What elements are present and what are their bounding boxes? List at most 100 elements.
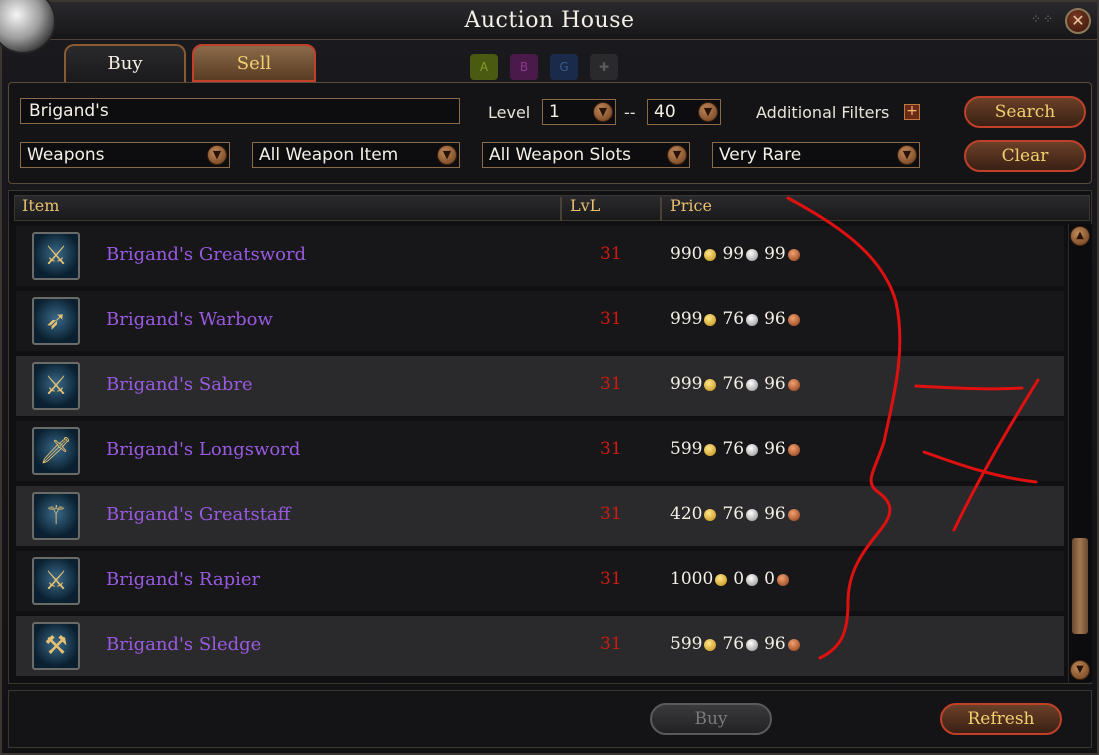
level-max-value: 40 bbox=[654, 102, 676, 122]
item-level: 31 bbox=[600, 374, 622, 394]
chevron-down-icon[interactable]: ▼ bbox=[593, 102, 613, 122]
chevron-down-icon[interactable]: ▼ bbox=[207, 145, 227, 165]
column-header-item[interactable]: Item bbox=[22, 196, 59, 215]
level-min-dropdown[interactable]: 1 ▼ bbox=[542, 99, 616, 125]
column-divider[interactable] bbox=[560, 197, 562, 221]
item-level: 31 bbox=[600, 244, 622, 264]
refresh-button[interactable]: Refresh bbox=[940, 703, 1062, 735]
close-button[interactable]: ✕ bbox=[1065, 8, 1091, 34]
copper-coin-icon bbox=[787, 378, 800, 391]
gold-coin-icon bbox=[704, 313, 717, 326]
copper-amount: 96 bbox=[764, 439, 786, 459]
copper-amount: 0 bbox=[764, 569, 775, 589]
column-header-row bbox=[14, 195, 1090, 221]
level-min-value: 1 bbox=[549, 102, 560, 122]
copper-coin-icon bbox=[787, 638, 800, 651]
scrollbar-thumb[interactable] bbox=[1072, 538, 1088, 634]
item-name: Brigand's Greatstaff bbox=[106, 504, 291, 525]
item-price: 990 99 99 bbox=[670, 244, 806, 264]
silver-amount: 76 bbox=[722, 374, 745, 394]
item-name: Brigand's Longsword bbox=[106, 439, 301, 460]
column-header-level[interactable]: LvL bbox=[570, 196, 600, 215]
copper-amount: 96 bbox=[764, 374, 786, 394]
greatsword-icon: ⚔ bbox=[32, 232, 80, 280]
table-row[interactable]: ➶ Brigand's Warbow 31 999 76 96 bbox=[16, 291, 1064, 351]
table-row[interactable]: 🗡 Brigand's Longsword 31 599 76 96 bbox=[16, 421, 1064, 481]
level-label: Level bbox=[488, 103, 531, 122]
chevron-down-icon[interactable]: ▼ bbox=[698, 102, 718, 122]
item-name: Brigand's Warbow bbox=[106, 309, 273, 330]
item-type-dropdown[interactable]: All Weapon Item ▼ bbox=[252, 142, 460, 168]
scroll-down-icon[interactable]: ▼ bbox=[1070, 660, 1090, 680]
gold-amount: 420 bbox=[670, 504, 703, 524]
level-separator: -- bbox=[624, 103, 636, 122]
slot-dropdown[interactable]: All Weapon Slots ▼ bbox=[482, 142, 690, 168]
item-type-value: All Weapon Item bbox=[259, 145, 399, 165]
silver-coin-icon bbox=[746, 638, 759, 651]
gold-amount: 999 bbox=[670, 309, 703, 329]
clear-button[interactable]: Clear bbox=[964, 140, 1086, 172]
warbow-icon: ➶ bbox=[32, 297, 80, 345]
item-level: 31 bbox=[600, 634, 622, 654]
search-input[interactable]: Brigand's bbox=[20, 98, 460, 124]
scroll-up-icon[interactable]: ▲ bbox=[1070, 226, 1090, 246]
chip-b-icon: B bbox=[510, 54, 538, 80]
silver-coin-icon bbox=[746, 443, 759, 456]
copper-coin-icon bbox=[787, 313, 800, 326]
item-level: 31 bbox=[600, 504, 622, 524]
gold-coin-icon bbox=[704, 378, 717, 391]
search-button[interactable]: Search bbox=[964, 96, 1086, 128]
greatstaff-icon: ⚚ bbox=[32, 492, 80, 540]
copper-coin-icon bbox=[776, 573, 789, 586]
table-row[interactable]: ⚔ Brigand's Sabre 31 999 76 96 bbox=[16, 356, 1064, 416]
gold-amount: 990 bbox=[670, 244, 703, 264]
item-price: 999 76 96 bbox=[670, 309, 806, 329]
copper-coin-icon bbox=[787, 443, 800, 456]
tab-buy[interactable]: Buy bbox=[64, 44, 186, 82]
buy-button[interactable]: Buy bbox=[650, 703, 772, 735]
gold-amount: 999 bbox=[670, 374, 703, 394]
category-value: Weapons bbox=[27, 145, 105, 165]
copper-coin-icon bbox=[787, 508, 800, 521]
silver-amount: 99 bbox=[722, 244, 745, 264]
chevron-down-icon[interactable]: ▼ bbox=[667, 145, 687, 165]
category-dropdown[interactable]: Weapons ▼ bbox=[20, 142, 230, 168]
expand-filters-icon[interactable]: + bbox=[904, 104, 920, 120]
rapier-icon: ⚔ bbox=[32, 557, 80, 605]
gold-coin-icon bbox=[704, 638, 717, 651]
gold-coin-icon bbox=[715, 573, 728, 586]
resize-grip-icon[interactable]: ⁘⁘ bbox=[1031, 12, 1055, 26]
copper-amount: 99 bbox=[764, 244, 786, 264]
title-bar[interactable]: Auction House ⁘⁘ ✕ bbox=[0, 0, 1097, 54]
silver-coin-icon bbox=[746, 508, 759, 521]
silver-coin-icon bbox=[746, 378, 759, 391]
silver-amount: 76 bbox=[722, 634, 745, 654]
item-price: 599 76 96 bbox=[670, 439, 806, 459]
tab-sell[interactable]: Sell bbox=[192, 44, 316, 82]
chip-g-icon: G bbox=[550, 54, 578, 80]
item-price: 1000 0 0 bbox=[670, 569, 795, 589]
sabre-icon: ⚔ bbox=[32, 362, 80, 410]
table-row[interactable]: ⚒ Brigand's Sledge 31 599 76 96 bbox=[16, 616, 1064, 676]
chip-plus-icon: ✚ bbox=[590, 54, 618, 80]
chevron-down-icon[interactable]: ▼ bbox=[437, 145, 457, 165]
gold-amount: 599 bbox=[670, 634, 703, 654]
silver-amount: 76 bbox=[722, 439, 745, 459]
table-row[interactable]: ⚔ Brigand's Rapier 31 1000 0 0 bbox=[16, 551, 1064, 611]
slot-value: All Weapon Slots bbox=[489, 145, 631, 165]
column-divider[interactable] bbox=[660, 197, 662, 221]
item-price: 420 76 96 bbox=[670, 504, 806, 524]
table-row[interactable]: ⚔ Brigand's Greatsword 31 990 99 99 bbox=[16, 226, 1064, 286]
gold-amount: 1000 bbox=[670, 569, 714, 589]
level-max-dropdown[interactable]: 40 ▼ bbox=[647, 99, 721, 125]
chevron-down-icon[interactable]: ▼ bbox=[897, 145, 917, 165]
silver-amount: 76 bbox=[722, 504, 745, 524]
additional-filters-label: Additional Filters bbox=[756, 103, 890, 122]
gold-coin-icon bbox=[704, 248, 717, 261]
rarity-dropdown[interactable]: Very Rare ▼ bbox=[712, 142, 920, 168]
copper-amount: 96 bbox=[764, 634, 786, 654]
column-header-price[interactable]: Price bbox=[670, 196, 712, 215]
gold-amount: 599 bbox=[670, 439, 703, 459]
item-name: Brigand's Sabre bbox=[106, 374, 253, 395]
table-row[interactable]: ⚚ Brigand's Greatstaff 31 420 76 96 bbox=[16, 486, 1064, 546]
